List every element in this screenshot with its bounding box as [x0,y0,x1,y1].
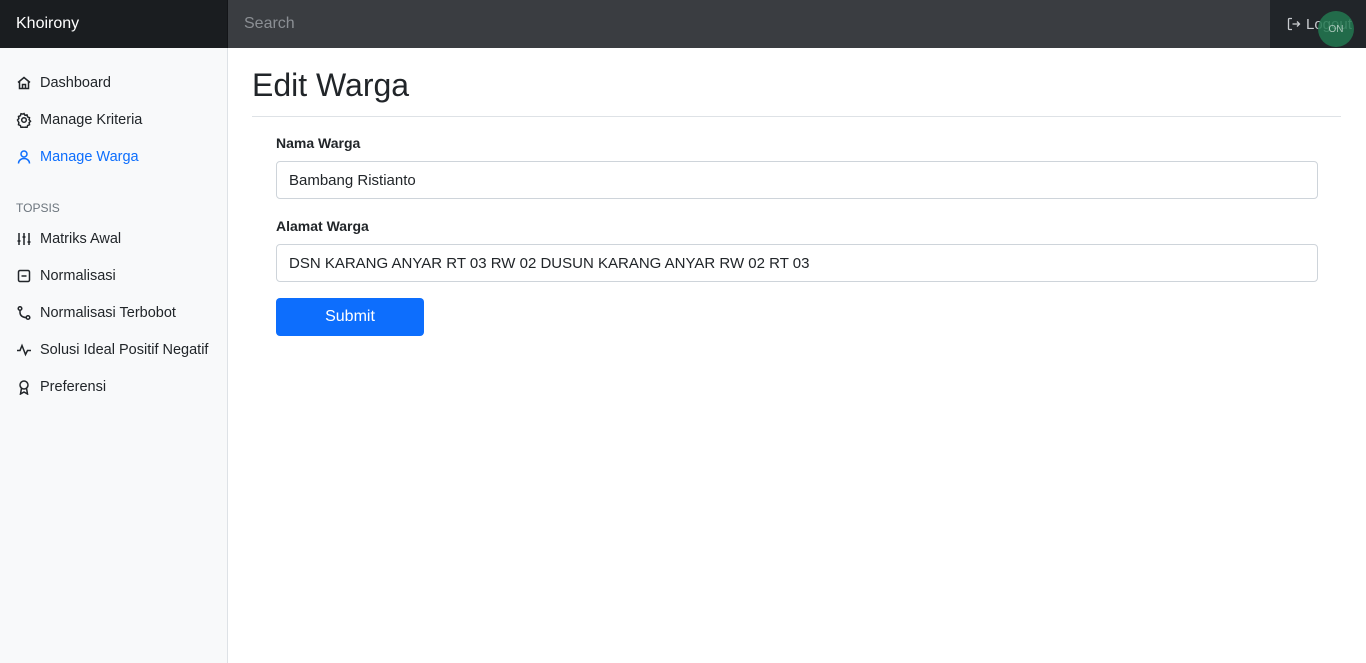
sidebar-item-label: Manage Warga [40,148,139,165]
main-content: Edit Warga Nama Warga Alamat Warga Submi… [252,48,1341,336]
sidebar-section-heading: TOPSIS [16,201,60,215]
logout-icon [1287,17,1301,31]
top-navbar: Khoirony Logout ON [0,0,1366,48]
file-minus-icon [17,269,31,282]
sidebar-item-label: Solusi Ideal Positif Negatif [40,341,209,358]
gear-icon [16,111,32,128]
search-input[interactable] [228,0,1270,48]
sidebar-item-label: Preferensi [40,378,107,395]
sidebar-item-matriks-awal[interactable]: Matriks Awal [0,220,227,257]
alamat-warga-label: Alamat Warga [276,218,369,234]
user-icon [17,149,31,164]
page-title: Edit Warga [252,66,1341,117]
brand-name[interactable]: Khoirony [0,0,228,48]
activity-icon [17,342,31,356]
sliders-icon [17,232,31,245]
sidebar-item-manage-warga[interactable]: Manage Warga [0,138,227,175]
award-icon [19,379,29,395]
sidebar-item-dashboard[interactable]: Dashboard [0,64,227,101]
sidebar-item-label: Matriks Awal [40,230,122,247]
sidebar-item-label: Normalisasi [40,267,116,284]
sidebar-item-label: Normalisasi Terbobot [40,304,176,321]
nama-warga-label: Nama Warga [276,135,361,151]
sidebar: Dashboard Manage Kriteria Manage Warga T… [0,48,228,663]
sidebar-item-normalisasi[interactable]: Normalisasi [0,257,227,294]
floating-badge[interactable]: ON [1318,11,1354,47]
nama-warga-input[interactable] [276,161,1318,199]
sidebar-item-manage-kriteria[interactable]: Manage Kriteria [0,101,227,138]
git-branch-icon [17,305,31,320]
sidebar-item-solusi-ideal[interactable]: Solusi Ideal Positif Negatif [0,331,227,368]
house-icon [17,76,31,89]
sidebar-item-normalisasi-terbobot[interactable]: Normalisasi Terbobot [0,294,227,331]
sidebar-item-label: Dashboard [40,74,111,91]
edit-warga-form: Nama Warga Alamat Warga Submit [252,117,1341,336]
alamat-warga-input[interactable] [276,244,1318,282]
submit-button[interactable]: Submit [276,298,424,336]
sidebar-item-label: Manage Kriteria [40,111,143,128]
sidebar-item-preferensi[interactable]: Preferensi [0,368,227,405]
